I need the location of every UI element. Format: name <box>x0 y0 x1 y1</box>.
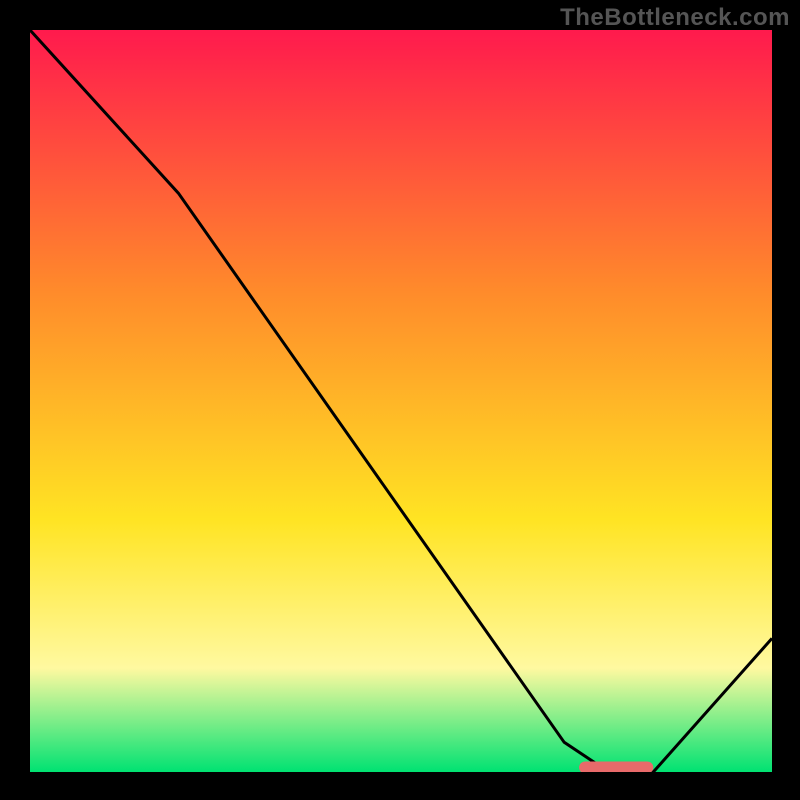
chart-svg <box>30 30 772 772</box>
chart-plot-area <box>30 30 772 772</box>
gradient-background <box>30 30 772 772</box>
chart-frame: TheBottleneck.com <box>0 0 800 800</box>
watermark-text: TheBottleneck.com <box>560 4 790 32</box>
optimal-marker <box>579 762 653 773</box>
